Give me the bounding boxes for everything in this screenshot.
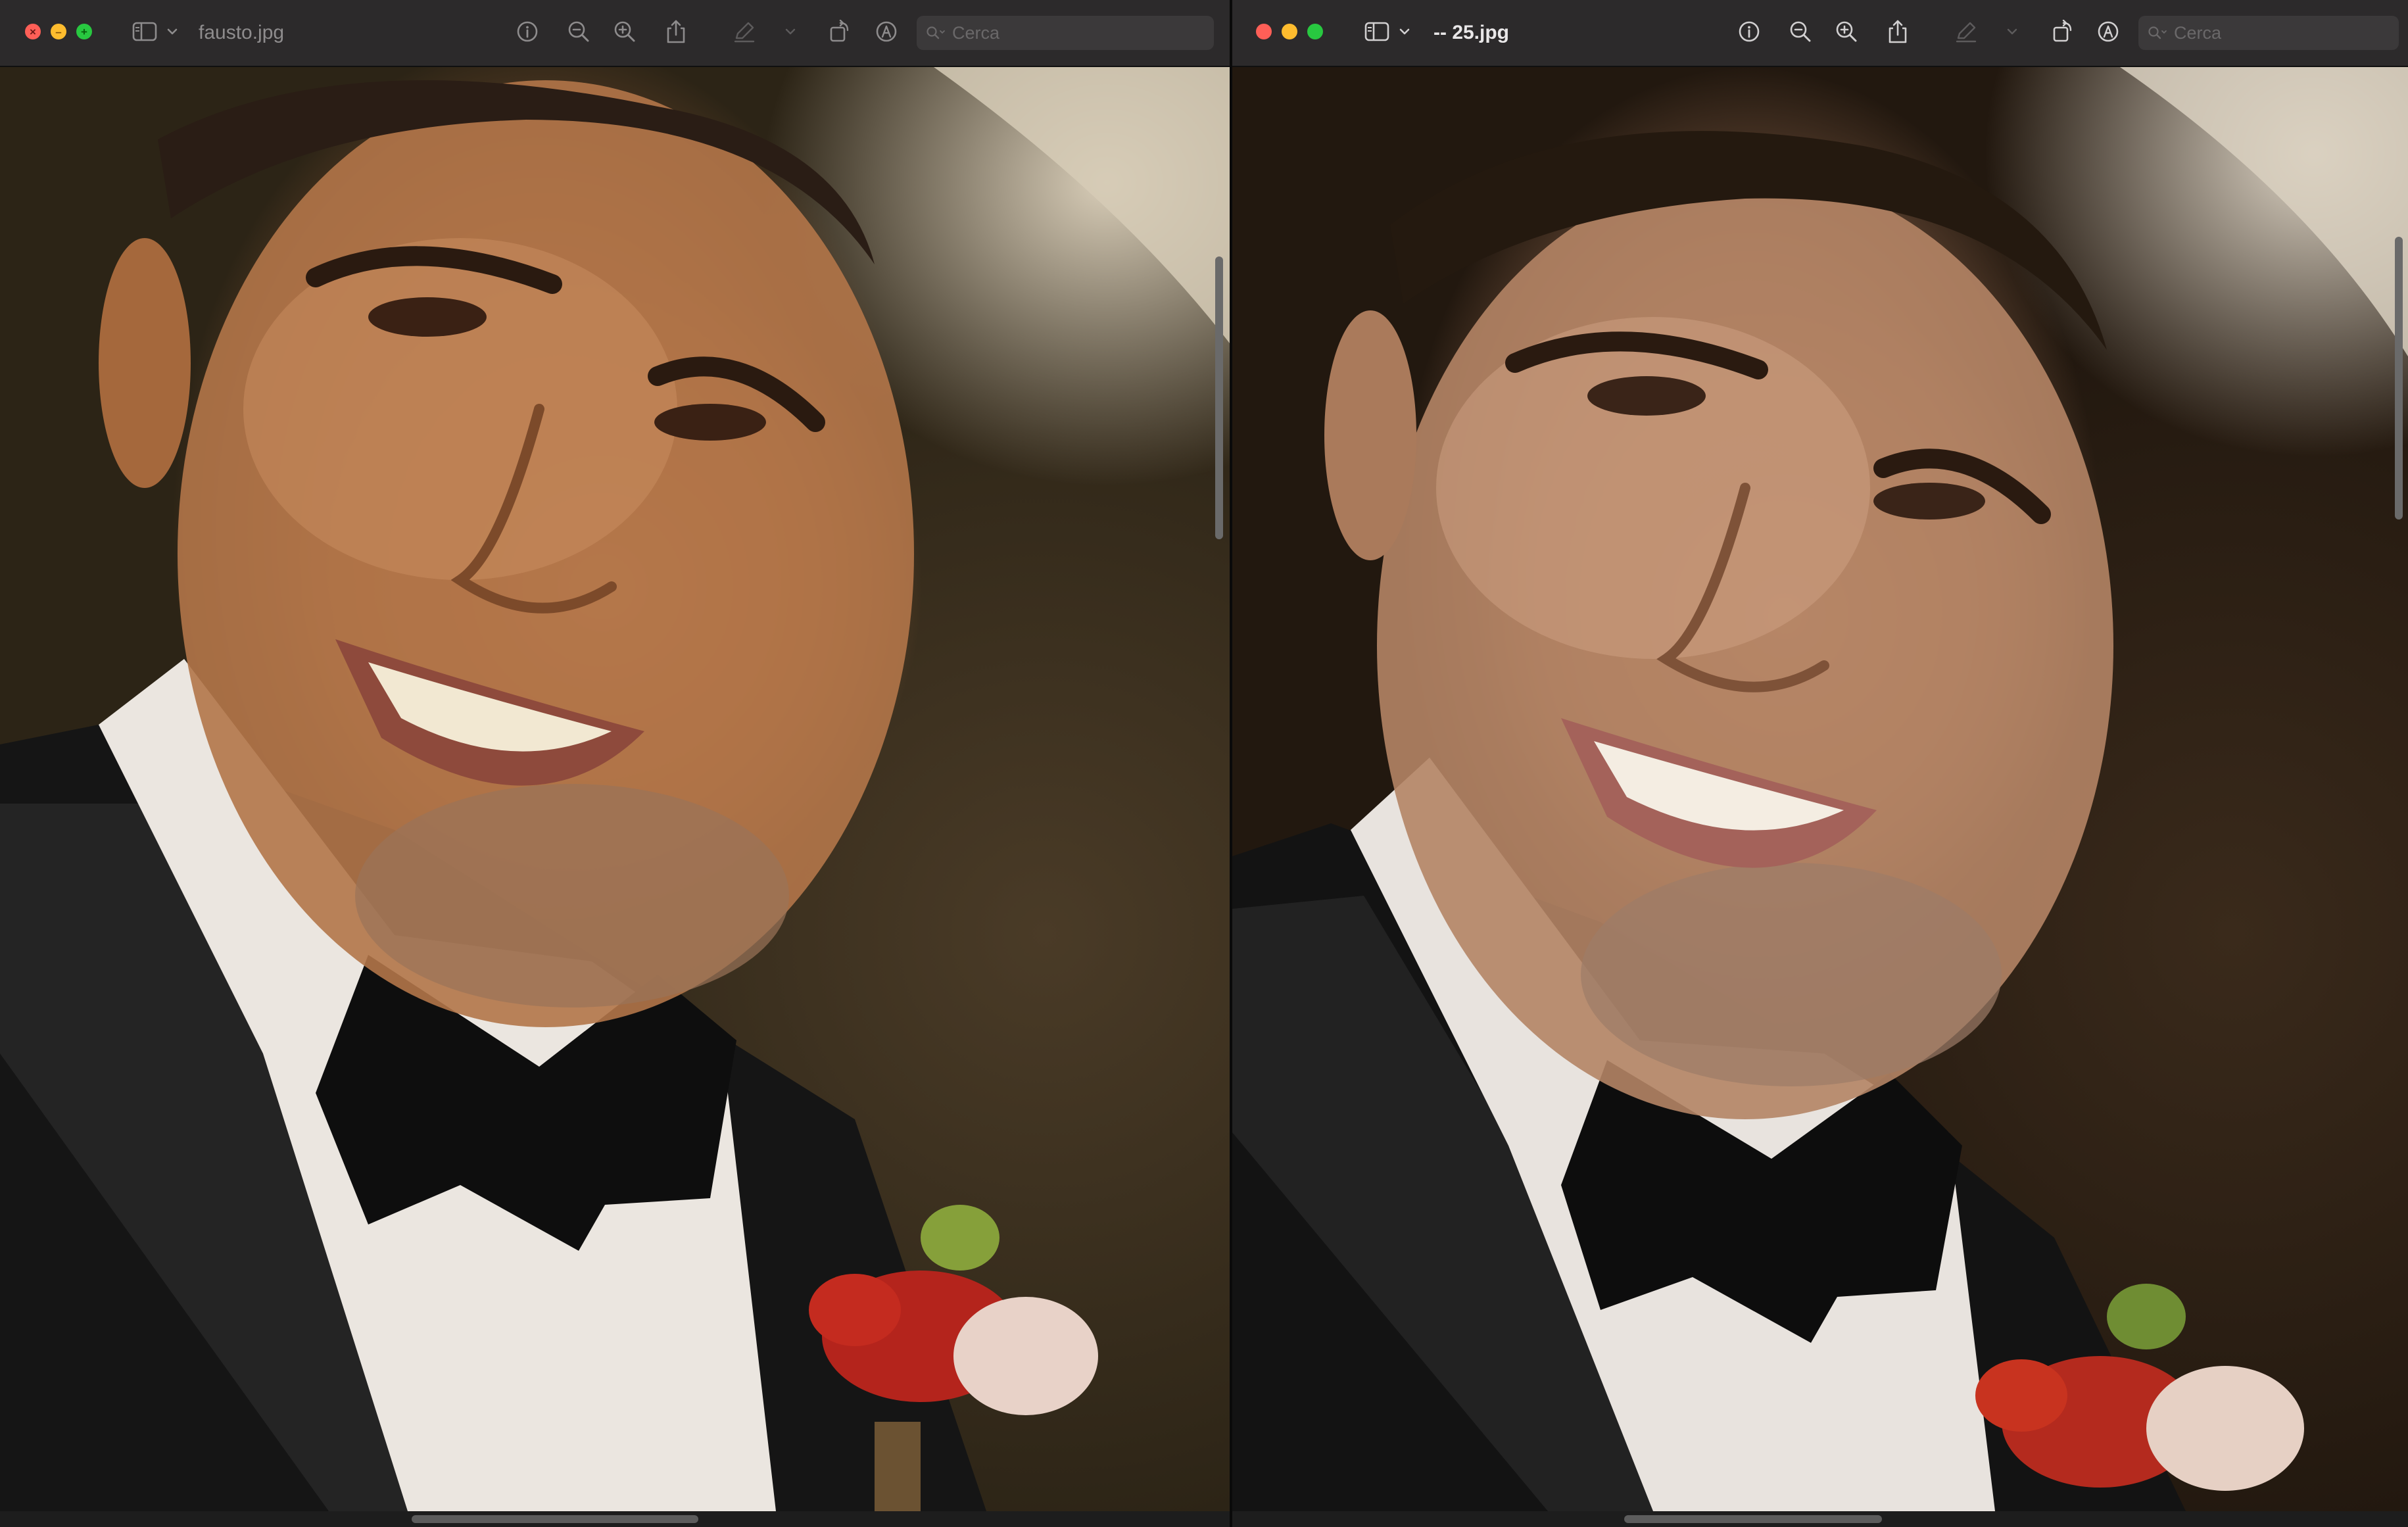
zoom-out-icon[interactable] [1786, 18, 1815, 45]
window-title: -- 25.jpg [1433, 22, 1510, 43]
chevron-down-icon[interactable] [783, 18, 798, 45]
info-icon[interactable] [513, 18, 542, 45]
chevron-down-icon[interactable] [2004, 18, 2020, 45]
markup-pen-icon[interactable] [730, 18, 759, 45]
preview-window-left: × – + fausto.jpg Cerca [0, 0, 1230, 1527]
window-title: fausto.jpg [199, 22, 285, 43]
vertical-scrollbar[interactable] [1215, 256, 1223, 539]
search-placeholder: Cerca [2174, 22, 2222, 43]
zoom-button[interactable] [1307, 24, 1323, 39]
search-field[interactable]: Cerca [2138, 16, 2399, 50]
vertical-scrollbar[interactable] [2395, 237, 2403, 520]
close-button[interactable]: × [25, 24, 41, 39]
annotate-icon[interactable] [2094, 18, 2123, 45]
chevron-down-icon[interactable] [164, 18, 180, 45]
close-button[interactable] [1256, 24, 1272, 39]
sidebar-icon[interactable] [1362, 18, 1391, 45]
preview-window-right: -- 25.jpg Cerca [1232, 0, 2408, 1527]
window-controls [1256, 24, 1323, 39]
search-placeholder: Cerca [952, 22, 1000, 43]
share-icon[interactable] [1883, 18, 1912, 45]
rotate-icon[interactable] [2049, 18, 2078, 45]
photo-canvas [0, 67, 1230, 1511]
zoom-in-icon[interactable] [610, 18, 639, 45]
minimize-button[interactable] [1282, 24, 1297, 39]
search-icon [2148, 26, 2167, 40]
markup-pen-icon[interactable] [1952, 18, 1981, 45]
share-icon[interactable] [662, 18, 690, 45]
annotate-icon[interactable] [872, 18, 901, 45]
title-bar: × – + fausto.jpg Cerca [0, 0, 1230, 67]
photo-canvas [1232, 67, 2408, 1511]
info-icon[interactable] [1735, 18, 1764, 45]
chevron-down-icon[interactable] [1397, 18, 1412, 45]
rotate-icon[interactable] [826, 18, 855, 45]
title-bar: -- 25.jpg Cerca [1232, 0, 2408, 67]
sidebar-icon[interactable] [130, 18, 159, 45]
scroll-thumb[interactable] [412, 1515, 698, 1523]
scroll-thumb[interactable] [1624, 1515, 1882, 1523]
horizontal-scrollbar[interactable] [0, 1511, 1230, 1527]
search-field[interactable]: Cerca [917, 16, 1214, 50]
minimize-button[interactable]: – [51, 24, 66, 39]
zoom-in-icon[interactable] [1832, 18, 1861, 45]
window-controls: × – + [25, 24, 92, 39]
zoom-out-icon[interactable] [564, 18, 593, 45]
horizontal-scrollbar[interactable] [1232, 1511, 2408, 1527]
search-icon [926, 26, 946, 40]
zoom-button[interactable]: + [76, 24, 92, 39]
